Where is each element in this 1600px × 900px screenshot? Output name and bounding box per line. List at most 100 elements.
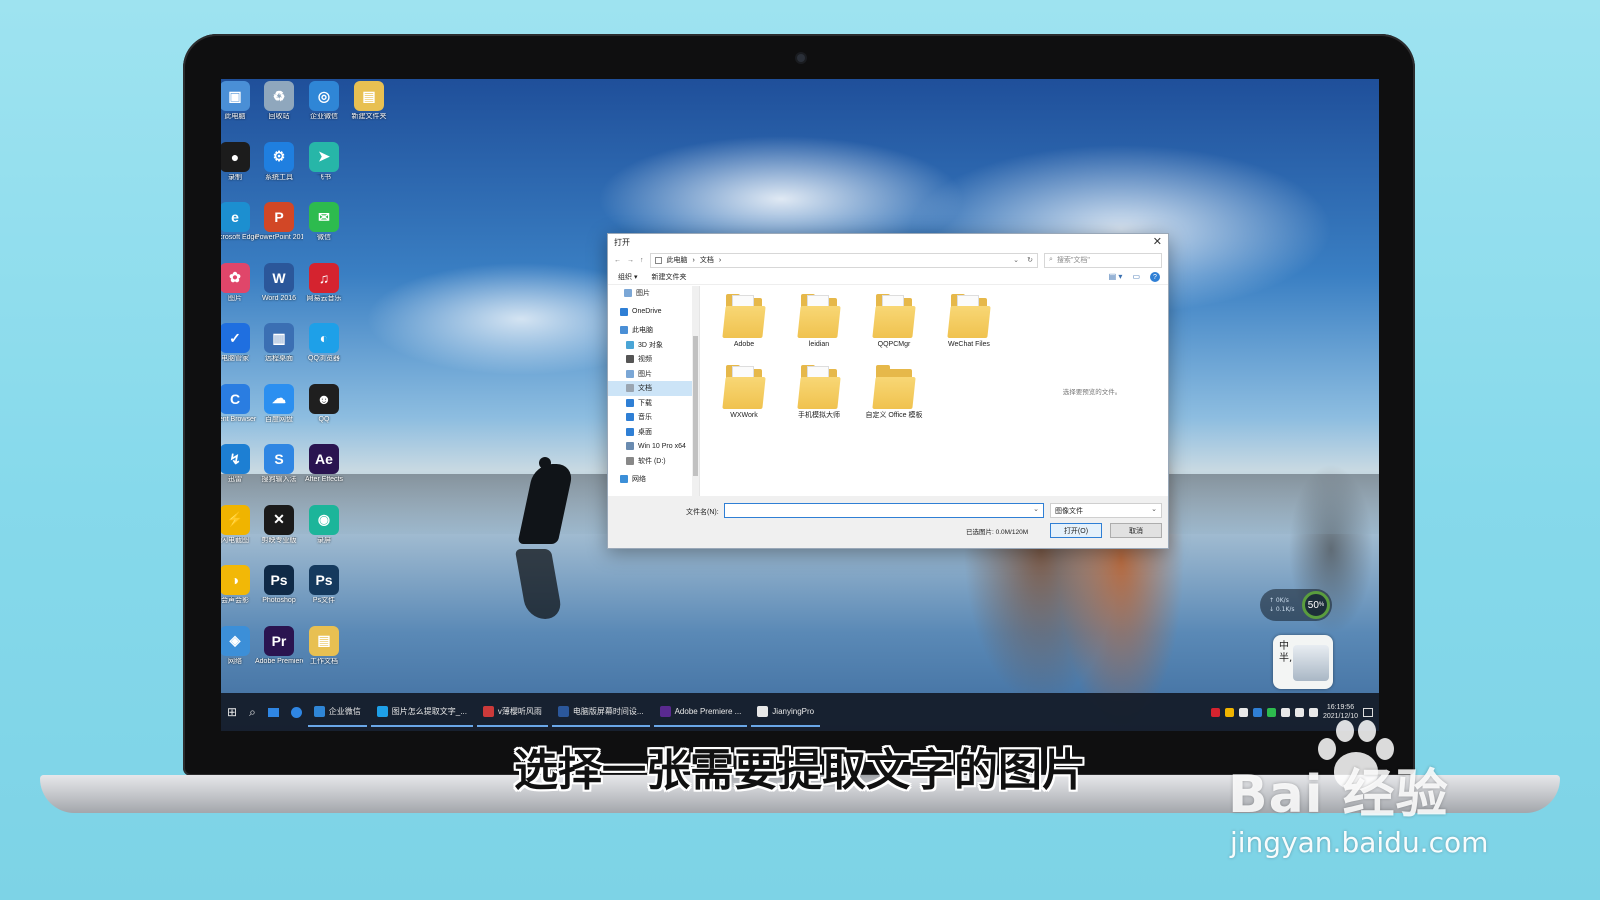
- taskbar-app[interactable]: JianyingPro: [751, 697, 821, 727]
- tray-icons: [1210, 707, 1318, 717]
- desktop-icon[interactable]: ◈ 网络: [221, 625, 257, 684]
- desktop-icon[interactable]: CCent Browser: [221, 383, 257, 442]
- address-bar[interactable]: 此电脑 › 文档 › ⌄ ↻: [649, 252, 1038, 268]
- desktop-icon[interactable]: ➤ 飞书: [302, 141, 346, 200]
- taskbar-app[interactable]: v薄樱听风雨: [476, 697, 548, 727]
- desktop-icon[interactable]: ⚙ 系统工具: [257, 141, 301, 200]
- filetype-value: 图像文件: [1055, 507, 1083, 515]
- folder-item[interactable]: 手机模拟大师: [783, 363, 855, 435]
- search-input[interactable]: ⌕ 搜索"文档": [1044, 252, 1162, 268]
- desktop-icon[interactable]: Ae After Effects: [302, 444, 346, 502]
- nav-item[interactable]: 文档: [608, 381, 699, 396]
- folder-item[interactable]: leidian: [783, 292, 855, 364]
- refresh-icon[interactable]: ↻: [1027, 256, 1033, 264]
- desktop-icon[interactable]: Ps Ps文件: [302, 565, 346, 623]
- filetype-select[interactable]: 图像文件 ⌄: [1050, 503, 1162, 518]
- tray-icon[interactable]: [1210, 707, 1220, 717]
- breadcrumb-this-pc[interactable]: 此电脑: [667, 255, 688, 265]
- desktop-icon[interactable]: ✉ 微信: [302, 202, 346, 260]
- tray-icon[interactable]: [1252, 707, 1262, 717]
- desktop-icon[interactable]: ⚡ 闪电截图: [221, 504, 257, 563]
- search-icon[interactable]: ⌕: [243, 693, 262, 731]
- nav-item[interactable]: 桌面: [608, 425, 699, 440]
- tray-icon[interactable]: [1238, 707, 1248, 717]
- folder-item[interactable]: QQPCMgr: [858, 292, 930, 364]
- nav-item[interactable]: 此电脑: [608, 323, 699, 338]
- chevron-down-icon[interactable]: ⌄: [1013, 256, 1019, 264]
- desktop-icon[interactable]: P PowerPoint 2016: [255, 202, 303, 260]
- desktop-icon[interactable]: ◐ QQ浏览器: [302, 323, 346, 381]
- filename-input[interactable]: ⌄: [724, 503, 1044, 518]
- folder-item[interactable]: Adobe: [708, 292, 780, 364]
- ime-status-widget[interactable]: 中半,: [1273, 635, 1333, 689]
- desktop-icon[interactable]: ◉ 录屏: [302, 504, 346, 563]
- chevron-down-icon[interactable]: ⌄: [1033, 505, 1039, 513]
- desktop-icon[interactable]: Ps Photoshop: [257, 565, 301, 623]
- task-view-icon[interactable]: [262, 693, 285, 731]
- desktop-icon[interactable]: e Microsoft Edge: [221, 202, 258, 260]
- nav-item-label: 软件 (D:): [638, 457, 666, 465]
- desktop-icon[interactable]: ◑ 会声会影: [221, 565, 257, 623]
- forward-icon[interactable]: →: [627, 257, 634, 264]
- tray-icon[interactable]: [1308, 707, 1318, 717]
- desktop-icon[interactable]: ▥ 远程桌面: [257, 323, 301, 381]
- desktop-icon-label: Word 2016: [261, 294, 297, 302]
- desktop-icon[interactable]: ↯ 迅雷: [221, 444, 257, 502]
- network-speed-widget[interactable]: ↑ 0K/s ↓ 0.1K/s 50%: [1260, 589, 1332, 621]
- taskbar-app[interactable]: 图片怎么提取文字_...: [370, 697, 473, 727]
- new-folder-button[interactable]: 新建文件夹: [651, 272, 686, 282]
- organize-button[interactable]: 组织 ▾: [618, 272, 637, 282]
- desktop-icon[interactable]: ◎ 企业微信: [302, 81, 346, 139]
- desktop-icon[interactable]: ✿ 图片: [221, 262, 257, 321]
- desktop-icon[interactable]: ● 录制: [221, 141, 257, 200]
- desktop-icon[interactable]: ☁ 百度网盘: [257, 383, 301, 442]
- folder-item[interactable]: WXWork: [708, 363, 780, 435]
- folder-item[interactable]: WeChat Files: [933, 292, 1005, 364]
- desktop-icon[interactable]: Pr Adobe Premiere: [255, 625, 303, 684]
- nav-item[interactable]: 图片: [608, 367, 699, 382]
- folder-item[interactable]: 自定义 Office 模板: [858, 363, 930, 435]
- desktop-icon[interactable]: ▤ 新建文件夹: [347, 81, 391, 139]
- nav-item[interactable]: OneDrive: [608, 305, 699, 320]
- desktop-icon[interactable]: S 搜狗输入法: [257, 444, 301, 502]
- desktop-icon[interactable]: ☻ QQ: [302, 383, 346, 442]
- close-icon[interactable]: ✕: [1153, 235, 1162, 248]
- tray-icon[interactable]: [1294, 707, 1304, 717]
- taskbar-app[interactable]: 电脑版屏幕时间设...: [551, 697, 650, 727]
- breadcrumb-documents[interactable]: 文档: [700, 255, 714, 265]
- back-icon[interactable]: ←: [614, 257, 621, 264]
- desktop-icon[interactable]: ♫ 网易云音乐: [302, 262, 346, 321]
- tray-icon[interactable]: [1266, 707, 1276, 717]
- tray-icon[interactable]: [1280, 707, 1290, 717]
- nav-item[interactable]: 音乐: [608, 410, 699, 425]
- desktop-icon[interactable]: ▤ 工作文档: [302, 625, 346, 684]
- taskbar-app[interactable]: Adobe Premiere ...: [653, 697, 748, 727]
- nav-scrollbar[interactable]: [692, 286, 699, 496]
- nav-item-label: 网络: [632, 476, 646, 484]
- nav-item-icon: [626, 384, 634, 393]
- nav-item[interactable]: 网络: [608, 472, 699, 487]
- cancel-button[interactable]: 取消: [1110, 523, 1162, 538]
- nav-item[interactable]: 3D 对象: [608, 338, 699, 353]
- up-icon[interactable]: ↑: [640, 257, 644, 264]
- desktop-icon[interactable]: W Word 2016: [257, 262, 301, 321]
- desktop-icon[interactable]: ✕ 剪映专业版: [257, 504, 301, 563]
- nav-item[interactable]: 视频: [608, 352, 699, 367]
- nav-item[interactable]: 下载: [608, 396, 699, 411]
- preview-pane-icon[interactable]: ▭: [1132, 272, 1140, 282]
- desktop-icon[interactable]: ▣ 此电脑: [221, 81, 257, 139]
- taskbar-app[interactable]: 企业微信: [307, 697, 367, 727]
- start-icon[interactable]: ⊞: [221, 693, 243, 731]
- sogou-icon[interactable]: [285, 693, 308, 731]
- notification-icon[interactable]: [1363, 707, 1373, 717]
- help-icon[interactable]: ?: [1150, 272, 1160, 282]
- nav-item[interactable]: Win 10 Pro x64: [608, 439, 699, 454]
- nav-scrollbar-thumb[interactable]: [693, 336, 698, 476]
- desktop-icon[interactable]: ✓ 电脑管家: [221, 323, 257, 381]
- nav-item[interactable]: 图片: [608, 286, 699, 301]
- open-button[interactable]: 打开(O): [1050, 523, 1102, 538]
- view-options-icon[interactable]: ▤ ▾: [1109, 272, 1123, 282]
- nav-item[interactable]: 软件 (D:): [608, 454, 699, 469]
- tray-icon[interactable]: [1224, 707, 1234, 717]
- desktop-icon[interactable]: ♻ 回收站: [257, 81, 301, 139]
